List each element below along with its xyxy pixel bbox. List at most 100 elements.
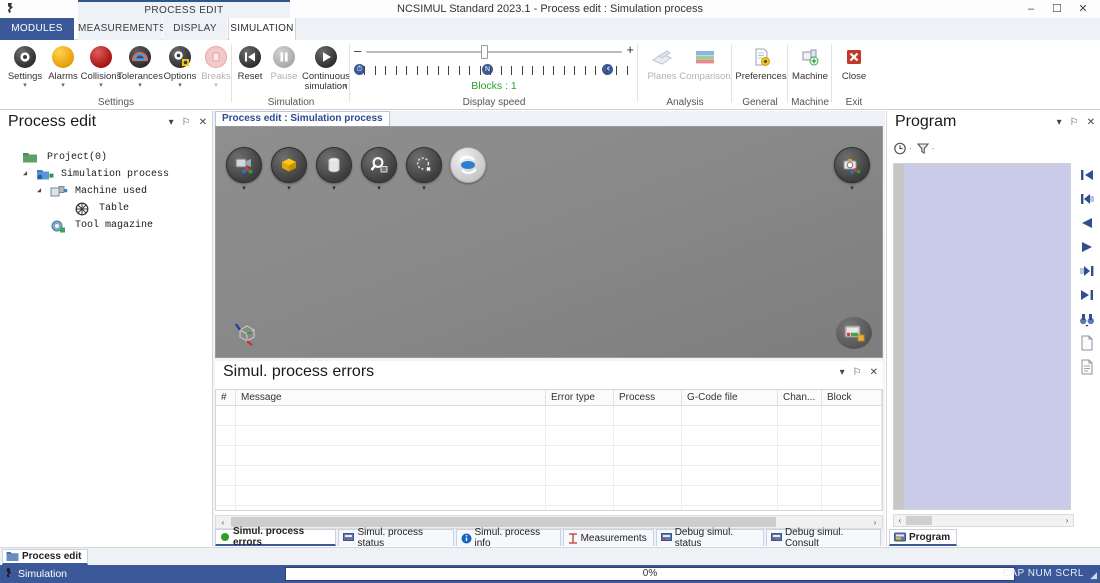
document-lines-icon[interactable] [1077, 359, 1097, 375]
resize-grip-icon[interactable]: ◢ [1090, 570, 1097, 581]
scroll-thumb[interactable] [906, 516, 932, 525]
ribbon-button-comparison[interactable]: Comparison [678, 44, 732, 82]
document-icon[interactable] [1077, 335, 1097, 351]
chevron-down-icon[interactable]: ▾ [242, 184, 246, 192]
binoculars-search-icon[interactable] [1077, 311, 1097, 327]
zoom-magnifier-icon[interactable]: ▾ [361, 147, 397, 192]
scroll-right-arrow-icon[interactable]: › [1061, 515, 1073, 526]
clock-icon-group[interactable]: · [893, 141, 912, 155]
blocks-count-label: Blocks : 1 [471, 80, 517, 92]
maximize-button[interactable]: ☐ [1044, 0, 1070, 18]
scroll-left-arrow-icon[interactable]: ‹ [894, 515, 906, 526]
tree-item-tool-magazine[interactable]: Tool magazine [6, 217, 212, 234]
table-column-header[interactable]: Error type [546, 390, 614, 405]
minimize-button[interactable]: – [1018, 0, 1044, 18]
tab-process-edit-simulation-process[interactable]: Process edit : Simulation process [215, 111, 390, 126]
table-column-header[interactable]: Message [236, 390, 546, 405]
skip-end-icon[interactable] [1077, 287, 1097, 303]
ribbon-group-analysis: Planes Comparison Analysis [638, 40, 732, 110]
speed-decrease-button[interactable]: – [354, 44, 361, 57]
step-back-icon[interactable] [1077, 191, 1097, 207]
close-icon[interactable]: ✕ [1087, 118, 1095, 128]
3d-viewport[interactable]: ▾ ▾ ▾ ▾ ▾ ▾ [215, 126, 883, 358]
play-icon[interactable] [1077, 239, 1097, 255]
ribbon-button-close[interactable]: Close [832, 44, 876, 82]
ribbon-button-planes[interactable]: Planes [642, 44, 682, 82]
table-column-header[interactable]: Block [822, 390, 882, 405]
step-forward-icon[interactable] [1077, 263, 1097, 279]
table-column-header[interactable]: # [216, 390, 236, 405]
filter-funnel-icon-group[interactable]: · [916, 141, 935, 155]
tab-simulation[interactable]: SIMULATION [228, 18, 296, 40]
speed-tick [626, 65, 628, 75]
chevron-down-icon[interactable]: ▾ [287, 184, 291, 192]
ribbon-button-pause[interactable]: Pause [266, 44, 302, 82]
skip-start-icon[interactable] [1077, 167, 1097, 183]
close-icon[interactable]: ✕ [199, 118, 207, 128]
ribbon-button-preferences[interactable]: Preferences [734, 44, 788, 82]
ribbon-group-settings: Settings ▾ Alarms ▾ Collisions ▾ Toleran… [0, 40, 232, 110]
bottom-tab-4[interactable]: Debug simul. status [655, 527, 764, 549]
program-vertical-scroll-gutter[interactable] [894, 164, 904, 509]
chevron-down-icon[interactable]: ▾ [850, 184, 854, 192]
bottom-tab-3[interactable]: Measurements [562, 529, 654, 546]
stock-cylinder-icon[interactable]: ▾ [316, 147, 352, 192]
rotate-view-icon[interactable] [450, 147, 486, 183]
table-column-header[interactable]: Chan... [778, 390, 822, 405]
progress-bar: 0% [285, 567, 1015, 581]
tab-program[interactable]: Program [889, 529, 958, 546]
close-icon[interactable]: ✕ [870, 368, 878, 378]
speed-tick [605, 65, 607, 75]
dock-tab-bar: Process edit [0, 547, 1100, 565]
tab-measurements[interactable]: MEASUREMENTS [78, 18, 166, 40]
tree-expander[interactable]: ◢ [20, 166, 30, 183]
dock-tab-process-edit[interactable]: Process edit [2, 549, 89, 565]
planes-icon [642, 44, 682, 70]
scroll-left-arrow-icon[interactable]: ‹ [216, 518, 230, 527]
tree-item-machine-used[interactable]: ◢ Machine used [6, 183, 212, 200]
pin-icon[interactable]: ⚐ [853, 368, 862, 378]
speed-increase-button[interactable]: + [626, 43, 634, 56]
clock-caret[interactable]: · [909, 144, 912, 153]
bottom-tab-1[interactable]: Simul. process status [338, 527, 454, 549]
close-button[interactable]: ✕ [1070, 0, 1096, 18]
bottom-tab-5[interactable]: Debug simul. Consult [765, 527, 881, 549]
chevron-down-icon[interactable]: ▾ [332, 184, 336, 192]
tab-modules[interactable]: MODULES [0, 18, 74, 40]
part-cube-icon[interactable]: ▾ [271, 147, 307, 192]
speed-slider-track[interactable] [366, 51, 622, 53]
tree-expander[interactable]: ◢ [34, 183, 44, 200]
panel-menu-icon[interactable]: ▾ [840, 368, 845, 378]
errors-table[interactable]: # Message Error type Process G-Code file Chan… [215, 389, 883, 511]
play-icon [300, 44, 352, 70]
view-camera-axis-icon[interactable]: ▾ [226, 147, 262, 192]
bottom-tab-2[interactable]: Simul. process info [455, 527, 561, 549]
table-column-header[interactable]: Process [614, 390, 682, 405]
chevron-down-icon[interactable]: ▾ [377, 184, 381, 192]
tree-item-table[interactable]: Table [6, 200, 212, 217]
tree-item-simulation-process[interactable]: ◢ Simulation process [6, 166, 212, 183]
chevron-down-icon[interactable]: ▾ [422, 184, 426, 192]
selection-clear-icon[interactable]: ▾ [406, 147, 442, 192]
filter-caret[interactable]: · [932, 144, 935, 153]
pin-icon[interactable]: ⚐ [1070, 118, 1079, 128]
snapshot-camera-icon[interactable]: ▾ [834, 147, 870, 192]
program-horizontal-scrollbar[interactable]: ‹ › [893, 514, 1074, 527]
table-column-header[interactable]: G-Code file [682, 390, 778, 405]
panel-menu-icon[interactable]: ▾ [1057, 118, 1062, 128]
program-text-area[interactable] [893, 163, 1071, 510]
scroll-right-arrow-icon[interactable]: › [868, 518, 882, 527]
tab-display[interactable]: DISPLAY [163, 18, 227, 40]
bottom-tab-0[interactable]: Simul. process errors [215, 526, 337, 548]
pin-icon[interactable]: ⚐ [182, 118, 191, 128]
machine-panel-icon[interactable] [836, 317, 872, 349]
tree-item-project[interactable]: Project(0) [6, 149, 212, 166]
rewind-icon[interactable] [1077, 215, 1097, 231]
ribbon-button-reset[interactable]: Reset [232, 44, 268, 82]
ribbon-button-machine[interactable]: Machine [788, 44, 832, 82]
chevron-down-icon[interactable]: ▾ [344, 82, 348, 90]
panel-menu-icon[interactable]: ▾ [169, 118, 174, 128]
axis-gizmo-icon[interactable] [234, 321, 260, 347]
info-circle-icon [461, 533, 472, 544]
speed-slider-thumb[interactable] [481, 45, 488, 59]
